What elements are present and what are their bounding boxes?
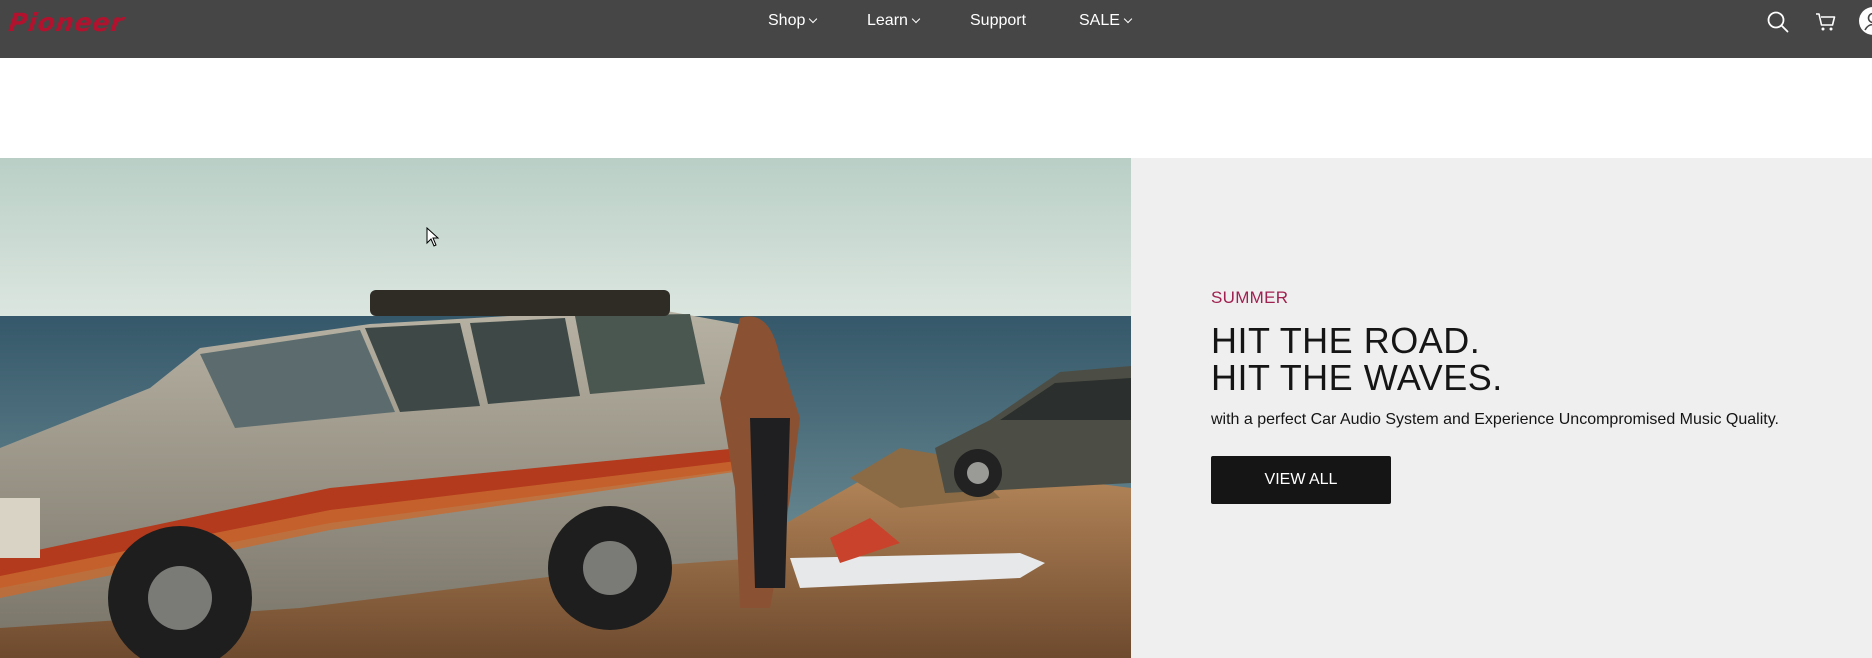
hero-headline-line2: HIT THE WAVES.	[1211, 357, 1503, 398]
nav-support-label: Support	[970, 12, 1027, 29]
pioneer-logo[interactable]: Pioneer	[7, 8, 126, 37]
mouse-cursor-icon	[426, 226, 440, 252]
cart-icon[interactable]	[1814, 10, 1838, 34]
nav-learn-label: Learn	[867, 12, 908, 29]
hero-subtext: with a perfect Car Audio System and Expe…	[1211, 411, 1779, 428]
chevron-down-icon	[911, 14, 921, 24]
hero-copy: SUMMER HIT THE ROAD. HIT THE WAVES. with…	[1211, 288, 1779, 504]
search-icon[interactable]	[1766, 10, 1790, 34]
site-header: Pioneer Shop Learn Support SALE	[0, 0, 1872, 58]
hero-headline-line1: HIT THE ROAD.	[1211, 320, 1481, 361]
nav-sale-label: SALE	[1079, 12, 1120, 29]
chevron-down-icon	[1123, 14, 1133, 24]
account-icon[interactable]	[1858, 6, 1872, 36]
nav-shop-label: Shop	[768, 12, 806, 29]
chevron-down-icon	[809, 14, 818, 24]
hero-headline: HIT THE ROAD. HIT THE WAVES.	[1211, 322, 1779, 396]
nav-support[interactable]: Support	[970, 12, 1026, 30]
hero-eyebrow: SUMMER	[1211, 288, 1289, 307]
nav-learn[interactable]: Learn	[867, 12, 921, 30]
hero-banner: SUMMER HIT THE ROAD. HIT THE WAVES. with…	[0, 158, 1872, 658]
nav-sale[interactable]: SALE	[1079, 12, 1133, 30]
view-all-button[interactable]: VIEW ALL	[1211, 456, 1391, 504]
nav-shop[interactable]: Shop	[768, 12, 818, 30]
hero-image-beach-suv	[0, 158, 1131, 658]
